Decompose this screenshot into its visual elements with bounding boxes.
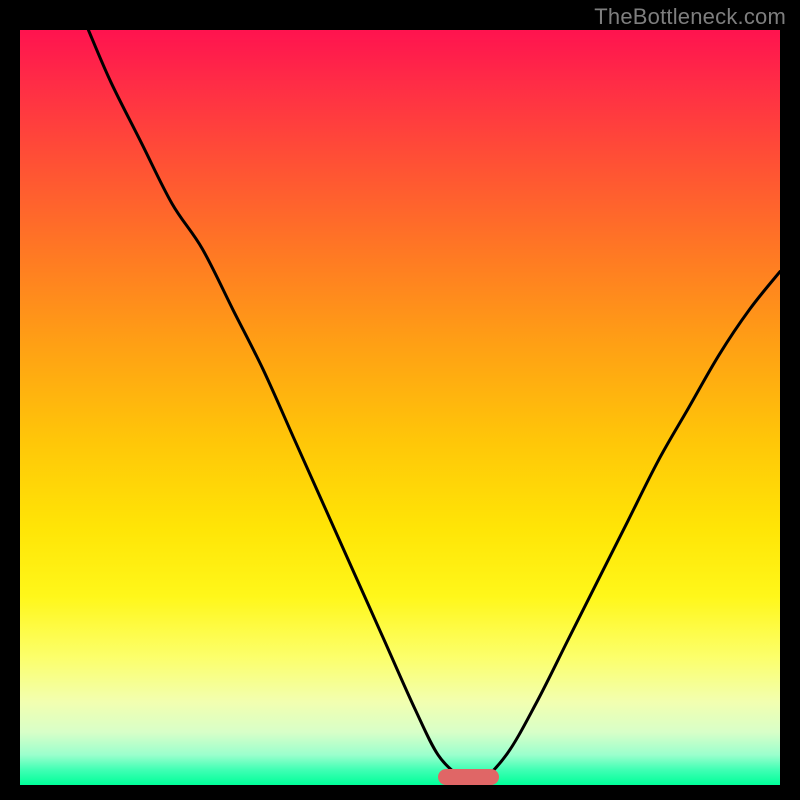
optimal-range-marker <box>438 769 499 785</box>
chart-frame: TheBottleneck.com <box>0 0 800 800</box>
watermark-text: TheBottleneck.com <box>594 4 786 30</box>
bottleneck-curve <box>20 30 780 785</box>
plot-area <box>20 30 780 785</box>
